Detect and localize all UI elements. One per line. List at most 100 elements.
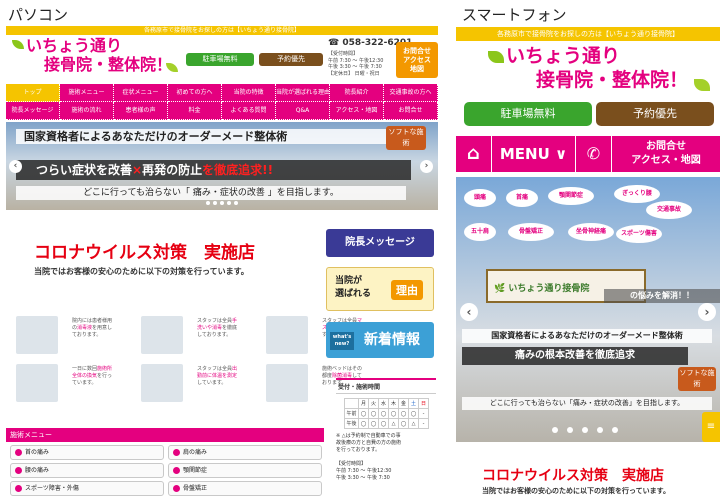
nav-item[interactable]: 交通事故の方へ [384,84,438,102]
slider-prev-arrow-icon[interactable]: ‹ [9,160,22,173]
nav-item[interactable]: 初めての方へ [168,84,222,102]
menu-item[interactable]: 顎関節症 [168,463,322,478]
menu-item[interactable]: 首の痛み [10,445,164,460]
schedule-header-cell [344,398,359,409]
slider-pagination[interactable] [206,201,238,205]
symptom-bubble: 交通事故 [646,201,692,219]
measure-photo [266,364,308,402]
symptom-bubble: 頭痛 [464,189,496,207]
symptom-bubble: 顎関節症 [548,187,594,205]
nav-item[interactable]: トップ [6,84,60,102]
pc-hero-slider: 国家資格者によるあなただけのオーダーメード整体術 ソフトな施術 つらい症状を改善… [6,122,438,210]
sp-reserve-button[interactable]: 予約優先 [596,102,714,126]
sp-corona-subtitle: 当院ではお客様の安心のために以下の対策を行っています。 [482,487,670,495]
measure-photo [16,316,58,354]
hours-box-title: 受付・施術時間 [336,380,436,394]
menu-item[interactable]: 骨盤矯正 [168,481,322,496]
schedule-cell: 午前 [344,408,359,419]
schedule-cell: - [418,418,429,429]
pc-header: いちょう通り 接骨院・整体院！ 駐車場無料 予約優先 ☎ 058-322-620… [6,35,438,80]
schedule-cell: △ [388,418,399,429]
schedule-cell: 午後 [344,418,359,429]
schedule-header-cell: 月 [358,398,369,409]
slider-headline: 国家資格者によるあなただけのオーダーメード整体術 [16,129,426,144]
sp-parking-free-button[interactable]: 駐車場無料 [464,102,592,126]
nav-item[interactable]: 料金 [168,102,222,120]
nav-item[interactable]: Q&A [276,102,330,120]
schedule-header-cell: 火 [368,398,379,409]
schedule-cell: ◯ [368,408,379,419]
sp-slide-banner: の悩みを解消！！ [604,289,720,303]
schedule-header-cell: 木 [388,398,399,409]
pc-global-nav: トップ 施術メニュー 症状メニュー 初めての方へ 当院の特徴 当院が選ばれる理由 院長紹介交… [6,84,438,120]
pc-logo-line2[interactable]: 接骨院・整体院！ [44,56,172,74]
nav-item[interactable]: 院長メッセージ [6,102,60,120]
symptom-bubble: 首痛 [506,189,538,207]
news-banner[interactable]: what's new? 新着情報 [326,322,434,358]
nav-item[interactable]: 施術の流れ [60,102,114,120]
pc-corona-title: コロナウイルス対策 実施店 [34,243,255,263]
nav-item[interactable]: アクセス・地図 [330,102,384,120]
nav-item[interactable]: 当院の特徴 [222,84,276,102]
nav-item[interactable]: 当院が選ばれる理由 [276,84,330,102]
measure-photo [266,316,308,354]
menu-button[interactable]: MENU ∨ [492,136,576,172]
director-message-banner[interactable]: 院長メッセージ [326,229,434,257]
measure-text: スタッフは全員出勤前に体温を測定しています。 [197,366,238,386]
symptom-bubble: 骨盤矯正 [508,223,554,241]
slider-next-arrow-icon[interactable]: › [420,160,433,173]
nav-item[interactable]: よくある質問 [222,102,276,120]
pc-top-strip: 各務原市で接骨院をお探しの方は【いちょう通り接骨院】 [6,26,438,35]
sp-slider-prev-arrow-icon[interactable]: ‹ [460,303,478,321]
page-top-tab-icon[interactable]: ≡ [702,412,720,442]
schedule-cell: ◯ [398,418,409,429]
schedule-cell: ◯ [378,418,389,429]
symptom-bubble: 五十肩 [464,223,496,241]
sp-slide-subcopy: どこに行っても治らない「痛み・症状の改善」を目指します。 [462,397,712,410]
sp-logo-line2[interactable]: 接骨院・整体院！ [536,70,688,91]
hours-box: 受付・施術時間 月火水木金土日午前 ◯ ◯ ◯ ◯ ◯ ◯ - 午後 ◯ ◯ ◯ △ ◯ △ - ※ △は予約… [336,378,436,498]
parking-free-button[interactable]: 駐車場無料 [186,53,254,66]
schedule-cell: ◯ [378,408,389,419]
slider-catchcopy: つらい症状を改善×再発の防止を徹底追求!! [16,160,411,180]
schedule-cell: ◯ [358,418,369,429]
slider-subcopy: どこに行っても治らない「 痛み・症状の改善 」を目指します。 [16,186,406,200]
symptom-bubble: 坐骨神経痛 [568,223,614,241]
schedule-cell: - [418,408,429,419]
phone-icon[interactable]: ✆ [576,136,612,172]
reason-banner[interactable]: 当院が 選ばれる 理由 [326,267,434,311]
nav-item[interactable]: お問合せ [384,102,438,120]
schedule-cell: △ [408,418,419,429]
pc-corona-subtitle: 当院ではお客様の安心のために以下の対策を行っています。 [34,267,249,276]
sp-label: スマートフォン [462,6,567,24]
contact-access-button[interactable]: お問合せ アクセス 地図 [396,42,438,78]
nav-item[interactable]: 症状メニュー [114,84,168,102]
menu-item[interactable]: スポーツ障害・外傷 [10,481,164,496]
schedule-cell: ◯ [358,408,369,419]
sp-slider-pagination[interactable] [552,427,618,433]
home-icon[interactable]: ⌂ [456,136,492,172]
schedule-header-cell: 土 [408,398,419,409]
schedule-header-cell: 日 [418,398,429,409]
menu-item[interactable]: 腰の痛み [10,463,164,478]
nav-item[interactable]: 施術メニュー [60,84,114,102]
symptom-bubble: スポーツ傷害 [616,225,662,243]
reserve-button[interactable]: 予約優先 [259,53,323,66]
pc-label: パソコン [8,6,69,24]
measure-photo [16,364,58,402]
nav-item[interactable]: 患者様の声 [114,102,168,120]
measure-photo [141,364,183,402]
sp-screenshot: 各務原市で接骨院をお探しの方は【いちょう通り接骨院】 いちょう通り 接骨院・整体… [456,27,720,499]
symptom-bubble: ぎっくり腰 [614,185,660,203]
sp-slide-catchcopy: 痛みの根本改善を徹底追求 [462,347,688,365]
sp-slider-next-arrow-icon[interactable]: › [698,303,716,321]
pc-header-hours: 【受付時間】 午前 7:30 〜 午後12:30 午後 3:30 〜 午後 7:… [328,51,384,77]
menu-item[interactable]: 肩の痛み [168,445,322,460]
sp-logo-line1[interactable]: いちょう通り [506,46,620,67]
nav-item[interactable]: 院長紹介 [330,84,384,102]
schedule-cell: ◯ [388,408,399,419]
pc-logo-line1[interactable]: いちょう通り [26,37,122,55]
sp-contact-button[interactable]: お問合せ アクセス・地図 [612,136,720,172]
schedule-cell: ◯ [398,408,409,419]
sp-soft-treatment-badge: ソフトな施術 [678,367,716,391]
